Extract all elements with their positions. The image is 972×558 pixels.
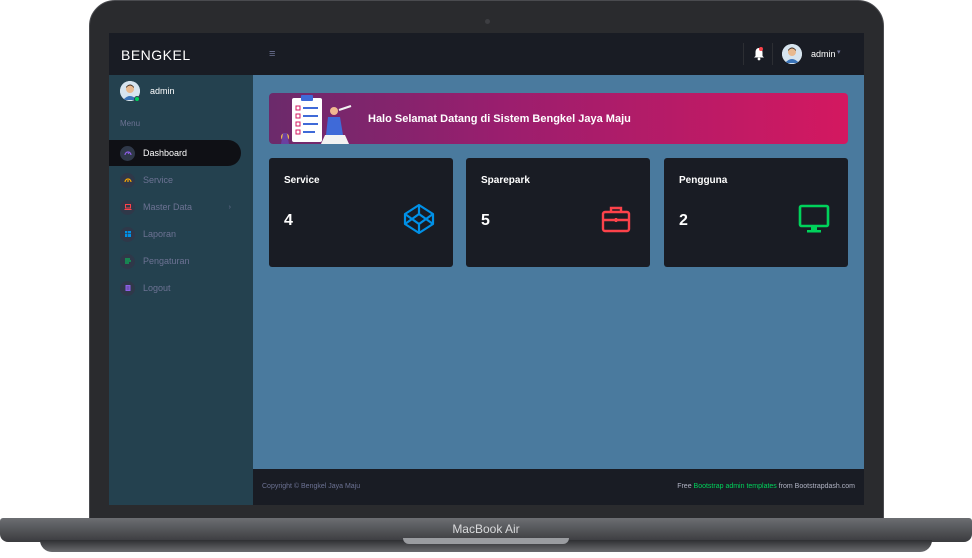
device-label: MacBook Air (452, 522, 520, 536)
card-value: 2 (679, 212, 688, 229)
welcome-banner: Halo Selamat Datang di Sistem Bengkel Ja… (269, 93, 848, 144)
sidebar-item-label: Laporan (143, 229, 177, 239)
top-navbar: BENGKEL ≡ admin ▾ (109, 33, 864, 75)
sidebar-item-master-data[interactable]: Master Data › (109, 194, 241, 220)
online-status-dot (134, 96, 140, 102)
footer-credit: Free Bootstrap admin templates from Boot… (677, 483, 855, 490)
sidebar-item-label: Dashboard (143, 148, 188, 158)
sidebar-item-laporan[interactable]: Laporan (109, 221, 241, 247)
laptop-mockup: BENGKEL ≡ admin ▾ admin Menu Dashboard S… (0, 0, 972, 558)
document-icon (120, 280, 135, 296)
sidebar-item-logout[interactable]: Logout (109, 275, 241, 301)
camera-icon (485, 19, 490, 24)
main-content: Halo Selamat Datang di Sistem Bengkel Ja… (253, 75, 864, 469)
sidebar-item-label: Service (143, 175, 174, 185)
footer-free-text: Free (677, 483, 694, 490)
table-icon (120, 226, 135, 242)
navbar-divider (772, 43, 773, 65)
card-value: 5 (481, 212, 490, 229)
sidebar-username: admin (150, 86, 175, 96)
sidebar-item-label: Pengaturan (143, 256, 190, 266)
welcome-text: Halo Selamat Datang di Sistem Bengkel Ja… (368, 113, 631, 125)
codepen-icon (403, 203, 435, 235)
sidebar-item-label: Logout (143, 283, 171, 293)
card-value: 4 (284, 212, 293, 229)
avatar[interactable] (782, 44, 802, 64)
sidebar-item-pengaturan[interactable]: Pengaturan (109, 248, 241, 274)
sidebar-item-dashboard[interactable]: Dashboard (109, 140, 241, 166)
chevron-right-icon: › (228, 203, 231, 211)
laptop-icon (120, 199, 135, 215)
stat-card-service[interactable]: Service 4 (269, 158, 453, 267)
card-title: Sparepark (481, 175, 530, 186)
speedometer-icon (120, 145, 135, 161)
laptop-notch (403, 538, 569, 544)
gauge-icon (120, 172, 135, 188)
notification-dot (759, 47, 763, 51)
sidebar-heading: Menu (120, 119, 141, 128)
chevron-down-icon[interactable]: ▾ (837, 48, 841, 56)
navbar-divider (743, 43, 744, 65)
card-title: Pengguna (679, 175, 728, 186)
brand-logo[interactable]: BENGKEL (121, 47, 191, 63)
stat-card-pengguna[interactable]: Pengguna 2 (664, 158, 848, 267)
sidebar-item-service[interactable]: Service (109, 167, 241, 193)
footer: Copyright © Bengkel Jaya Maju Free Boots… (253, 469, 864, 505)
clipboard-illustration-icon (281, 95, 352, 144)
stat-card-sparepark[interactable]: Sparepark 5 (466, 158, 650, 267)
briefcase-icon (601, 206, 631, 233)
chart-icon (120, 253, 135, 269)
footer-from-text: from Bootstrapdash.com (776, 483, 855, 490)
footer-templates-link[interactable]: Bootstrap admin templates (694, 483, 777, 490)
screen: BENGKEL ≡ admin ▾ admin Menu Dashboard S… (109, 33, 864, 505)
menu-toggle-icon[interactable]: ≡ (269, 48, 275, 60)
card-title: Service (284, 175, 320, 186)
copyright-text: Copyright © Bengkel Jaya Maju (262, 483, 361, 490)
navbar-username[interactable]: admin (811, 49, 836, 59)
monitor-icon (798, 204, 830, 233)
sidebar: admin Menu Dashboard Service Master Data (109, 75, 253, 505)
sidebar-item-label: Master Data (143, 202, 193, 212)
